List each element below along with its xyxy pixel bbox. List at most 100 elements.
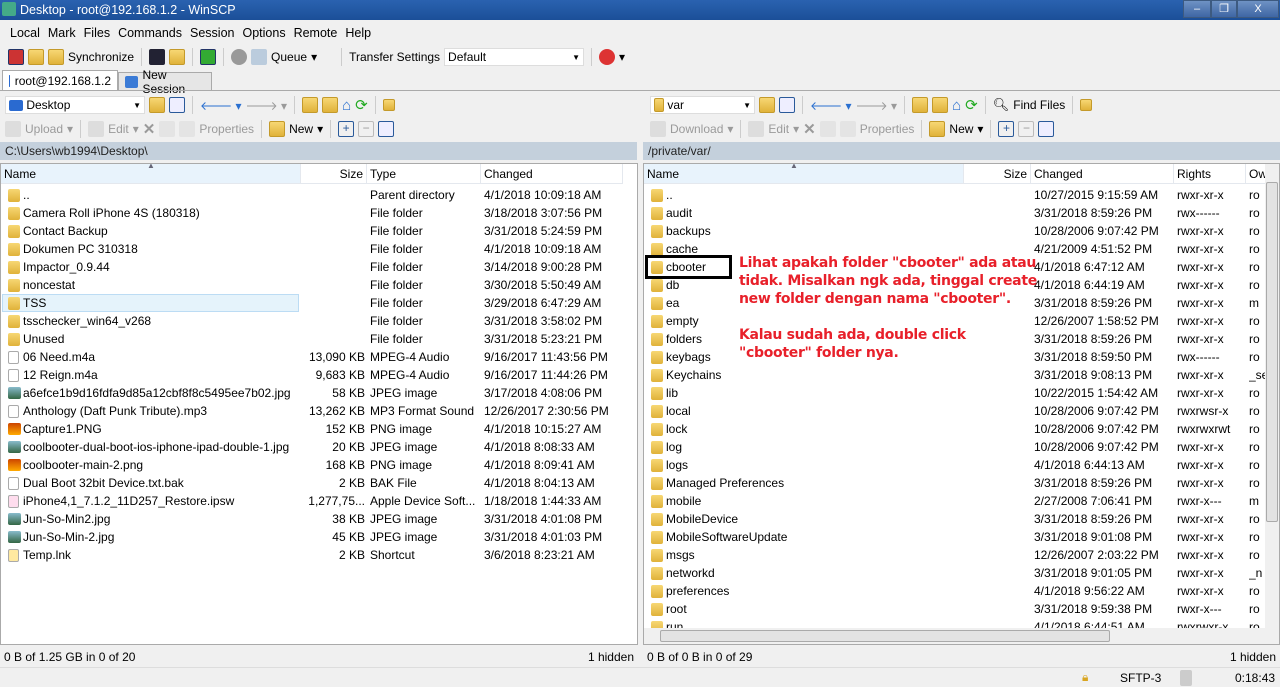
delete-icon[interactable]: ✕: [803, 120, 816, 138]
file-row[interactable]: Dual Boot 32bit Device.txt.bak 2 KB BAK Fi…: [1, 474, 623, 492]
file-row[interactable]: logs 4/1/2018 6:44:13 AM rwxr-xr-x ro: [644, 456, 1267, 474]
compare-directories-icon[interactable]: [8, 49, 24, 65]
queue-button[interactable]: Queue ▾: [251, 49, 317, 65]
menu-session[interactable]: Session: [190, 26, 234, 40]
putty-icon[interactable]: [169, 49, 186, 65]
menu-files[interactable]: Files: [84, 26, 110, 40]
file-row[interactable]: Contact Backup File folder 3/31/2018 5:24:…: [1, 222, 623, 240]
column-header-size[interactable]: Size: [301, 164, 367, 184]
synchronize-button[interactable]: Synchronize: [48, 49, 134, 65]
parent-directory-icon[interactable]: [302, 97, 319, 113]
file-row[interactable]: backups 10/28/2006 9:07:42 PM rwxr-xr-x ro: [644, 222, 1267, 240]
download-button[interactable]: Download ▾: [650, 121, 733, 137]
refresh-icon[interactable]: ⟳: [355, 96, 368, 114]
file-row[interactable]: Jun-So-Min-2.jpg 45 KB JPEG image 3/31/2018…: [1, 528, 623, 546]
file-row[interactable]: local 10/28/2006 9:07:42 PM rwxrwsr-x ro: [644, 402, 1267, 420]
file-row[interactable]: Capture1.PNG 152 KB PNG image 4/1/2018 10:1…: [1, 420, 623, 438]
file-row[interactable]: TSS File folder 3/29/2018 6:47:29 AM: [1, 294, 623, 312]
new-button[interactable]: New ▾: [269, 121, 323, 137]
menu-local[interactable]: Local: [10, 26, 40, 40]
find-files-button[interactable]: 🔍︎ Find Files: [993, 97, 1066, 113]
refresh-icon[interactable]: ⟳: [965, 96, 978, 114]
local-file-list[interactable]: Name Size Type Changed ▲.. Parent directory 4/…: [0, 163, 638, 645]
reconnect-icon[interactable]: [599, 49, 616, 65]
file-row[interactable]: Temp.lnk 2 KB Shortcut 3/6/2018 8:23:21 AM: [1, 546, 623, 564]
file-row[interactable]: Impactor_0.9.44 File folder 3/14/2018 9:00…: [1, 258, 623, 276]
column-header-size[interactable]: Size: [964, 164, 1031, 184]
tab-new-session[interactable]: New Session: [118, 68, 212, 96]
root-directory-icon[interactable]: [322, 97, 339, 113]
menu-options[interactable]: Options: [242, 26, 285, 40]
rename-icon[interactable]: [819, 121, 836, 137]
menu-commands[interactable]: Commands: [118, 26, 182, 40]
file-row[interactable]: Managed Preferences 3/31/2018 8:59:26 PM r…: [644, 474, 1267, 492]
properties-button[interactable]: Properties: [179, 121, 254, 137]
file-row[interactable]: Jun-So-Min2.jpg 38 KB JPEG image 3/31/2018 …: [1, 510, 623, 528]
home-icon[interactable]: ⌂: [342, 97, 351, 114]
restore-button[interactable]: ❐: [1211, 0, 1237, 18]
column-header-changed[interactable]: Changed: [1031, 164, 1174, 184]
remote-location-select[interactable]: var ▼: [650, 96, 755, 114]
column-header-name[interactable]: Name: [644, 164, 964, 184]
file-row[interactable]: 12 Reign.m4a 9,683 KB MPEG-4 Audio 9/16/201…: [1, 366, 623, 384]
remote-file-list[interactable]: Name Size Changed Rights Ow ▲.. 10/27/2015 9:1…: [643, 163, 1280, 645]
back-button[interactable]: 🡐 ▾: [810, 98, 852, 113]
select-plus-icon[interactable]: +: [338, 121, 355, 137]
new-button[interactable]: New ▾: [929, 121, 983, 137]
parent-directory-icon[interactable]: [912, 97, 929, 113]
open-directory-icon[interactable]: [149, 97, 165, 113]
menu-remote[interactable]: Remote: [294, 26, 338, 40]
tree-icon[interactable]: [382, 99, 395, 111]
gear-icon[interactable]: [231, 49, 248, 65]
tree-icon[interactable]: [1080, 99, 1093, 111]
file-row[interactable]: coolbooter-dual-boot-ios-iphone-ipad-dou…: [1, 438, 623, 456]
filter-icon[interactable]: [169, 97, 185, 113]
forward-button[interactable]: 🡒 ▾: [246, 98, 288, 113]
file-row[interactable]: Anthology (Daft Punk Tribute).mp3 13,262 …: [1, 402, 623, 420]
file-row[interactable]: .. Parent directory 4/1/2018 10:09:18 AM: [1, 186, 623, 204]
filter-select-icon[interactable]: [378, 121, 395, 137]
delete-icon[interactable]: ✕: [143, 120, 156, 138]
synchronize-browsing-icon[interactable]: [28, 49, 44, 65]
file-row[interactable]: Dokumen PC 310318 File folder 4/1/2018 10:…: [1, 240, 623, 258]
rename-icon[interactable]: [159, 121, 176, 137]
unselect-minus-icon[interactable]: −: [1018, 121, 1035, 137]
file-row[interactable]: mobile 2/27/2008 7:06:41 PM rwxr-x--- m: [644, 492, 1267, 510]
open-directory-icon[interactable]: [759, 97, 775, 113]
transfer-settings-select[interactable]: Default ▼: [444, 48, 585, 66]
file-row[interactable]: MobileDevice 3/31/2018 8:59:26 PM rwxr-xr-…: [644, 510, 1267, 528]
filter-icon[interactable]: [779, 97, 795, 113]
column-header-ow[interactable]: Ow: [1246, 164, 1267, 184]
file-row[interactable]: 06 Need.m4a 13,090 KB MPEG-4 Audio 9/16/201…: [1, 348, 623, 366]
refresh-session-icon[interactable]: [200, 49, 217, 65]
upload-button[interactable]: Upload ▾: [5, 121, 73, 137]
terminal-icon[interactable]: [149, 49, 166, 65]
menu-help[interactable]: Help: [345, 26, 371, 40]
file-row[interactable]: networkd 3/31/2018 9:01:05 PM rwxr-xr-x _n: [644, 564, 1267, 582]
home-icon[interactable]: ⌂: [952, 97, 961, 114]
file-row[interactable]: .. 10/27/2015 9:15:59 AM rwxr-xr-x ro: [644, 186, 1267, 204]
forward-button[interactable]: 🡒 ▾: [856, 98, 898, 113]
file-row[interactable]: audit 3/31/2018 8:59:26 PM rwx------ ro: [644, 204, 1267, 222]
file-row[interactable]: a6efce1b9d16fdfa9d85a12cbf8f8c5495ee7b02…: [1, 384, 623, 402]
menu-mark[interactable]: Mark: [48, 26, 76, 40]
file-row[interactable]: coolbooter-main-2.png 168 KB PNG image 4/1/…: [1, 456, 623, 474]
file-row[interactable]: lock 10/28/2006 9:07:42 PM rwxrwxrwt ro: [644, 420, 1267, 438]
local-location-select[interactable]: Desktop ▼: [5, 96, 145, 114]
file-row[interactable]: root 3/31/2018 9:59:38 PM rwxr-x--- ro: [644, 600, 1267, 618]
tab-session-root[interactable]: root@192.168.1.2: [2, 70, 118, 91]
horizontal-scrollbar-thumb[interactable]: [660, 630, 1110, 642]
file-row[interactable]: Keychains 3/31/2018 9:08:13 PM rwxr-xr-x _s…: [644, 366, 1267, 384]
file-row[interactable]: tsschecker_win64_v268 File folder 3/31/201…: [1, 312, 623, 330]
column-header-type[interactable]: Type: [367, 164, 481, 184]
unselect-minus-icon[interactable]: −: [358, 121, 375, 137]
edit-button[interactable]: Edit ▾: [748, 121, 799, 137]
column-header-changed[interactable]: Changed: [481, 164, 623, 184]
file-row[interactable]: MobileSoftwareUpdate 3/31/2018 9:01:08 PM…: [644, 528, 1267, 546]
column-header-rights[interactable]: Rights: [1174, 164, 1246, 184]
filter-select-icon[interactable]: [1038, 121, 1055, 137]
file-row[interactable]: log 10/28/2006 9:07:42 PM rwxr-xr-x ro: [644, 438, 1267, 456]
back-button[interactable]: 🡐 ▾: [200, 98, 242, 113]
file-row[interactable]: noncestat File folder 3/30/2018 5:50:49 AM: [1, 276, 623, 294]
select-plus-icon[interactable]: +: [998, 121, 1015, 137]
